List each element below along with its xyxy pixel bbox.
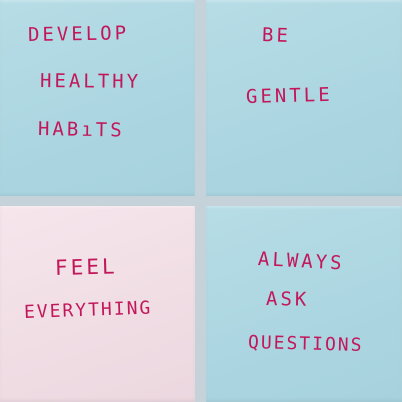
sticky-note-board: DEVELOP HEALTHY HABıTS BE GENTLE FEEL EV… [0, 0, 402, 402]
note-text-line: DEVELOP [27, 22, 130, 46]
sticky-note-feel-everything: FEEL EVERYTHING [0, 206, 195, 402]
note-text-line: EVERYTHING [23, 297, 153, 323]
sticky-note-develop-healthy-habits: DEVELOP HEALTHY HABıTS [0, 0, 195, 196]
note-text-line: QUESTIONS [247, 332, 364, 357]
note-text-line: GENTLE [245, 83, 333, 108]
note-text-line: FEEL [54, 254, 118, 280]
note-text-line: HABıTS [37, 118, 125, 142]
note-text-line: ASK [265, 288, 310, 311]
sticky-note-always-ask-questions: ALWAYS ASK QUESTIONS [206, 206, 402, 402]
note-text-line: ALWAYS [257, 248, 346, 275]
note-text-line: BE [261, 24, 292, 48]
note-text-line: HEALTHY [39, 70, 142, 93]
sticky-note-be-gentle: BE GENTLE [206, 0, 402, 196]
